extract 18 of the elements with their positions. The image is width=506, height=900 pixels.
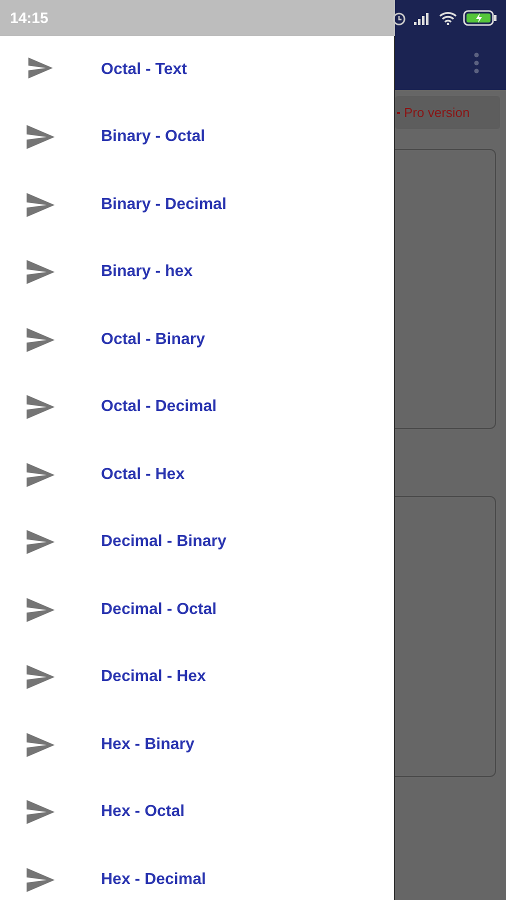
drawer-item[interactable]: Binary - hex xyxy=(0,238,394,306)
battery-icon xyxy=(463,10,497,26)
drawer-item[interactable]: Binary - Octal xyxy=(0,104,394,171)
drawer-item[interactable]: Hex - Decimal xyxy=(0,846,394,900)
drawer-item[interactable]: Decimal - Octal xyxy=(0,576,394,644)
drawer-item[interactable]: Hex - Binary xyxy=(0,711,394,778)
drawer-item[interactable]: Decimal - Binary xyxy=(0,508,394,576)
wifi-icon xyxy=(439,11,457,25)
drawer-item[interactable]: Hex - Octal xyxy=(0,778,394,846)
drawer-item[interactable]: Binary - Decimal xyxy=(0,171,394,238)
drawer-item[interactable]: Octal - Binary xyxy=(0,306,394,374)
more-icon[interactable] xyxy=(473,52,480,74)
drawer-item[interactable]: Octal - Text xyxy=(0,36,394,104)
drawer-item[interactable]: Octal - Hex xyxy=(0,441,394,508)
alarm-icon xyxy=(391,10,407,26)
clock-time: 14:15 xyxy=(10,10,48,26)
drawer-item[interactable]: Octal - Decimal xyxy=(0,374,394,441)
drawer-item[interactable]: Decimal - Hex xyxy=(0,644,394,711)
